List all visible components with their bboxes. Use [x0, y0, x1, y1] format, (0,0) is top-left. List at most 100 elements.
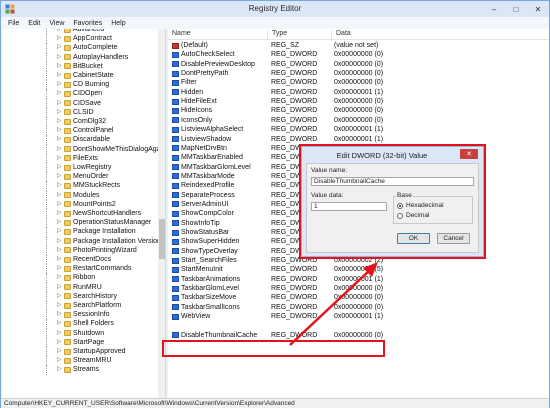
expand-arrow-icon[interactable]: ▷	[57, 34, 63, 43]
tree-item[interactable]: ▷ NewShortcutHandlers	[2, 209, 158, 219]
value-name-field[interactable]: DisableThumbnailCache	[311, 177, 474, 186]
value-row[interactable]: DisableThumbnailCache REG_DWORD 0x00000000…	[168, 331, 549, 340]
decimal-label[interactable]: Decimal	[406, 212, 429, 219]
tree-item[interactable]: ▷ AutoplayHandlers	[2, 52, 158, 62]
tree-item[interactable]: ▷ MenuOrder	[2, 172, 158, 182]
expand-arrow-icon[interactable]: ▷	[57, 172, 63, 181]
tree-item[interactable]: ▷ RunMRU	[2, 282, 158, 292]
value-data-field[interactable]: 1	[311, 202, 387, 211]
minimize-button[interactable]: –	[487, 3, 501, 15]
expand-arrow-icon[interactable]: ▷	[57, 117, 63, 126]
tree-item[interactable]: ▷ SearchHistory	[2, 291, 158, 301]
value-row[interactable]: ListviewAlphaSelect REG_DWORD 0x00000001 (…	[168, 125, 549, 134]
value-row[interactable]: IconsOnly REG_DWORD 0x00000000 (0)	[168, 116, 549, 125]
expand-arrow-icon[interactable]: ▷	[57, 154, 63, 163]
tree-item[interactable]: ▷ StartPage	[2, 337, 158, 347]
expand-arrow-icon[interactable]: ▷	[57, 338, 63, 347]
expand-arrow-icon[interactable]: ▷	[57, 209, 63, 218]
close-button[interactable]: ✕	[531, 3, 545, 15]
value-row[interactable]: TaskbarSmallIcons REG_DWORD 0x00000000 (0)	[168, 303, 549, 312]
expand-arrow-icon[interactable]: ▷	[57, 43, 63, 52]
tree-item[interactable]: ▷ RecentDocs	[2, 255, 158, 265]
expand-arrow-icon[interactable]: ▷	[57, 126, 63, 135]
decimal-radio[interactable]	[397, 213, 403, 219]
expand-arrow-icon[interactable]: ▷	[57, 310, 63, 319]
tree-item[interactable]: ▷ LowRegistry	[2, 163, 158, 173]
expand-arrow-icon[interactable]: ▷	[57, 356, 63, 365]
expand-arrow-icon[interactable]: ▷	[57, 283, 63, 292]
expand-arrow-icon[interactable]: ▷	[57, 255, 63, 264]
value-row[interactable]: DisablePreviewDesktop REG_DWORD 0x00000000…	[168, 60, 549, 69]
expand-arrow-icon[interactable]: ▷	[57, 99, 63, 108]
value-row[interactable]: StartMenuInit REG_DWORD 0x00000005 (5)	[168, 265, 549, 274]
tree-item[interactable]: ▷ CIDOpen	[2, 89, 158, 99]
expand-arrow-icon[interactable]: ▷	[57, 71, 63, 80]
tree-item[interactable]: ▷ DontShowMeThisDialogAgain	[2, 144, 165, 154]
value-row[interactable]: Start_SearchFiles REG_DWORD 0x00000002 (2)	[168, 256, 549, 265]
tree-item[interactable]: ▷ FileExts	[2, 153, 158, 163]
expand-arrow-icon[interactable]: ▷	[57, 301, 63, 310]
tree-item[interactable]: ▷ ControlPanel	[2, 126, 158, 136]
ok-button[interactable]: OK	[397, 233, 430, 244]
key-tree-pane[interactable]: ▷ Advanced ▷ AppContract ▷ AutoComplete ▷ Autop…	[2, 29, 166, 398]
value-row[interactable]	[168, 322, 549, 331]
value-row[interactable]: (Default) REG_SZ (value not set)	[168, 41, 549, 50]
tree-item[interactable]: ▷ Shell Folders	[2, 319, 158, 329]
tree-item[interactable]: ▷ RestartCommands	[2, 264, 158, 274]
value-row[interactable]: TaskbarGlomLevel REG_DWORD 0x00000000 (0)	[168, 284, 549, 293]
expand-arrow-icon[interactable]: ▷	[57, 62, 63, 71]
cancel-button[interactable]: Cancel	[437, 233, 470, 244]
tree-item[interactable]: ▷ Modules	[2, 190, 158, 200]
tree-item[interactable]: ▷ AutoComplete	[2, 43, 158, 53]
tree-item[interactable]: ▷ Discardable	[2, 135, 158, 145]
tree-item[interactable]: ▷ StartupApproved	[2, 347, 158, 357]
expand-arrow-icon[interactable]: ▷	[57, 218, 63, 227]
title-bar[interactable]: Registry Editor – □ ✕	[1, 1, 549, 17]
hexadecimal-label[interactable]: Hexadecimal	[406, 202, 444, 209]
expand-arrow-icon[interactable]: ▷	[57, 53, 63, 62]
dialog-close-button[interactable]: ✕	[460, 149, 478, 159]
value-row[interactable]: Filter REG_DWORD 0x00000000 (0)	[168, 78, 549, 87]
value-row[interactable]: HideFileExt REG_DWORD 0x00000000 (0)	[168, 97, 549, 106]
tree-item[interactable]: ▷ Streams	[2, 365, 158, 375]
expand-arrow-icon[interactable]: ▷	[57, 264, 63, 273]
value-row[interactable]: TaskbarSizeMove REG_DWORD 0x00000000 (0)	[168, 293, 549, 302]
tree-item[interactable]: ▷ CabinetState	[2, 71, 158, 81]
tree-item[interactable]: ▷ BitBucket	[2, 61, 158, 71]
tree-item[interactable]: ▷ MMStuckRects	[2, 181, 158, 191]
value-row[interactable]: WebView REG_DWORD 0x00000001 (1)	[168, 312, 549, 321]
menu-favorites[interactable]: Favorites	[73, 20, 102, 27]
expand-arrow-icon[interactable]: ▷	[57, 89, 63, 98]
expand-arrow-icon[interactable]: ▷	[57, 145, 63, 154]
expand-arrow-icon[interactable]: ▷	[57, 273, 63, 282]
tree-item[interactable]: ▷ ComDlg32	[2, 117, 158, 127]
tree-item[interactable]: ▷ OperationStatusManager	[2, 218, 158, 228]
maximize-button[interactable]: □	[509, 3, 523, 15]
hexadecimal-radio[interactable]	[397, 203, 403, 209]
tree-item[interactable]: ▷ PhotoPrintingWizard	[2, 245, 158, 255]
expand-arrow-icon[interactable]: ▷	[57, 292, 63, 301]
tree-item[interactable]: ▷ Package Installation Version	[2, 236, 161, 246]
expand-arrow-icon[interactable]: ▷	[57, 135, 63, 144]
value-row[interactable]: ListviewShadow REG_DWORD 0x00000001 (1)	[168, 135, 549, 144]
menu-view[interactable]: View	[49, 20, 64, 27]
value-row[interactable]: Hidden REG_DWORD 0x00000001 (1)	[168, 88, 549, 97]
column-header-data[interactable]: Data	[332, 30, 432, 39]
tree-item[interactable]: ▷ CLSID	[2, 107, 158, 117]
tree-item[interactable]: ▷ Shutdown	[2, 328, 158, 338]
expand-arrow-icon[interactable]: ▷	[57, 246, 63, 255]
expand-arrow-icon[interactable]: ▷	[57, 237, 63, 246]
value-row[interactable]: TaskbarAnimations REG_DWORD 0x00000001 (1)	[168, 275, 549, 284]
expand-arrow-icon[interactable]: ▷	[57, 347, 63, 356]
tree-item[interactable]: ▷ SearchPlatform	[2, 301, 158, 311]
tree-item[interactable]: ▷ Package Installation	[2, 227, 158, 237]
value-row[interactable]: AutoCheckSelect REG_DWORD 0x00000000 (0)	[168, 50, 549, 59]
expand-arrow-icon[interactable]: ▷	[57, 200, 63, 209]
menu-file[interactable]: File	[8, 20, 19, 27]
tree-item[interactable]: ▷ CD Burning	[2, 80, 158, 90]
tree-item[interactable]: ▷ Ribbon	[2, 273, 158, 283]
value-row[interactable]: DontPrettyPath REG_DWORD 0x00000000 (0)	[168, 69, 549, 78]
tree-item[interactable]: ▷ MountPoints2	[2, 199, 158, 209]
column-header-type[interactable]: Type	[268, 30, 332, 39]
tree-item[interactable]: ▷ SessionInfo	[2, 310, 158, 320]
